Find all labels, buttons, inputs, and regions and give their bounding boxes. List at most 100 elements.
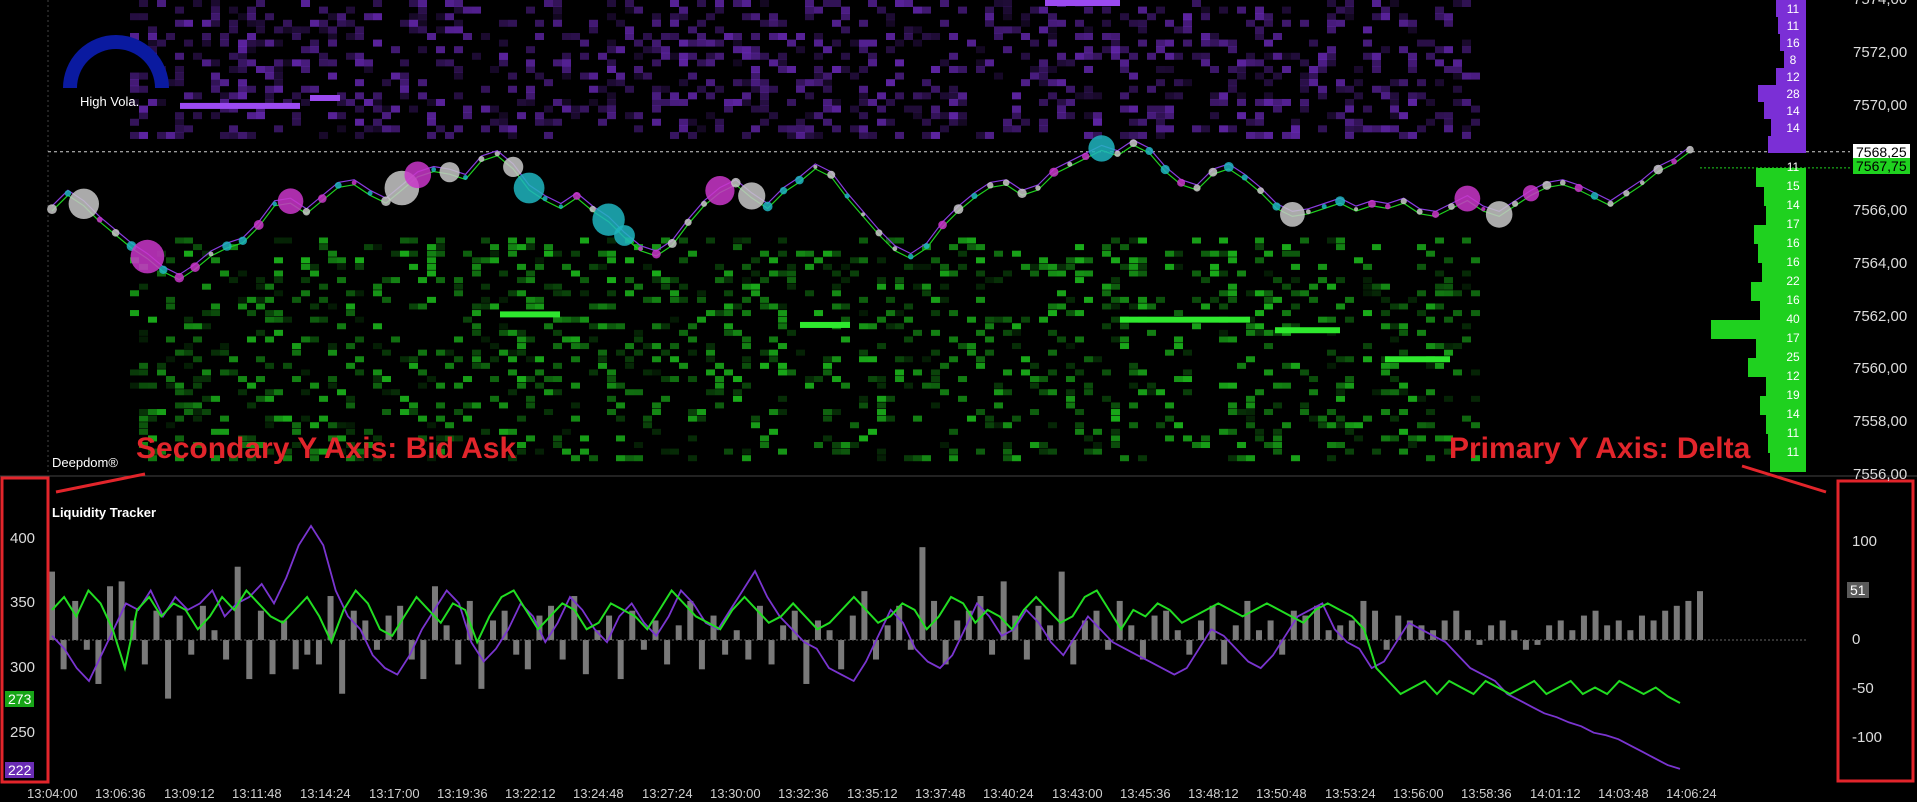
ask-liquidity-cell: [670, 98, 679, 106]
trade-bubble: [1129, 139, 1138, 148]
ask-liquidity-cell: [1183, 13, 1192, 21]
ask-liquidity-cell: [796, 46, 805, 54]
bid-liquidity-cell: [1075, 369, 1084, 376]
bid-liquidity-cell: [220, 270, 229, 277]
time-tick-label: 13:48:12: [1188, 786, 1239, 801]
delta-bar: [1697, 591, 1703, 640]
trade-bubble: [208, 251, 214, 257]
ask-liquidity-cell: [1030, 39, 1039, 47]
bid-liquidity-cell: [274, 310, 283, 317]
ask-liquidity-cell: [688, 52, 697, 60]
bid-liquidity-cell: [301, 336, 310, 343]
delta-bar: [83, 640, 90, 650]
bid-liquidity-cell: [346, 310, 355, 317]
bid-liquidity-cell: [1327, 422, 1336, 429]
ask-liquidity-cell: [1273, 72, 1282, 80]
bid-liquidity-cell: [193, 323, 202, 330]
ask-liquidity-cell: [1120, 13, 1129, 21]
bid-liquidity-cell: [724, 303, 733, 310]
bid-liquidity-cell: [589, 323, 598, 330]
ask-liquidity-cell: [1345, 98, 1354, 106]
ask-liquidity-cell: [1165, 125, 1174, 133]
ask-liquidity-cell: [319, 19, 328, 27]
delta-bar: [1221, 640, 1228, 665]
bid-liquidity-cell: [1129, 362, 1138, 369]
ask-liquidity-cell: [1102, 32, 1111, 40]
ask-liquidity-cell: [1291, 118, 1300, 126]
ask-liquidity-cell: [940, 112, 949, 120]
ask-liquidity-cell: [292, 112, 301, 120]
bid-liquidity-cell: [427, 257, 436, 264]
ask-liquidity-cell: [1048, 79, 1057, 87]
bid-liquidity-cell: [256, 277, 265, 284]
bid-liquidity-cell: [751, 415, 760, 422]
bid-liquidity-cell: [274, 270, 283, 277]
bid-liquidity-cell: [1471, 257, 1480, 264]
bid-liquidity-cell: [859, 237, 868, 244]
delta-bar: [896, 605, 903, 640]
ask-liquidity-cell: [832, 125, 841, 133]
ask-liquidity-cell: [958, 65, 967, 73]
ask-liquidity-cell: [1039, 98, 1048, 106]
bid-liquidity-cell: [931, 257, 940, 264]
time-tick-label: 13:09:12: [164, 786, 215, 801]
bid-liquidity-cell: [1021, 369, 1030, 376]
ask-liquidity-cell: [1381, 6, 1390, 14]
bid-liquidity-cell: [733, 329, 742, 336]
ask-liquidity-cell: [1435, 6, 1444, 14]
bid-liquidity-cell: [715, 263, 724, 270]
bid-liquidity-cell: [1300, 409, 1309, 416]
bid-liquidity-cell: [553, 283, 562, 290]
bid-liquidity-cell: [643, 263, 652, 270]
ask-liquidity-cell: [1426, 52, 1435, 60]
bid-liquidity-cell: [859, 296, 868, 303]
bid-liquidity-cell: [1318, 316, 1327, 323]
ask-liquidity-cell: [886, 118, 895, 126]
ask-liquidity-cell: [1237, 65, 1246, 73]
secondary-axis-annotation: Secondary Y Axis: Bid Ask: [136, 432, 517, 465]
bid-liquidity-cell: [1291, 303, 1300, 310]
ask-liquidity-cell: [859, 98, 868, 106]
bid-liquidity-cell: [1093, 442, 1102, 449]
ask-liquidity-cell: [1003, 26, 1012, 34]
ask-liquidity-cell: [949, 118, 958, 126]
bid-liquidity-cell: [715, 402, 724, 409]
bid-liquidity-cell: [166, 336, 175, 343]
ask-liquidity-cell: [364, 65, 373, 73]
ask-liquidity-cell: [310, 39, 319, 47]
bid-liquidity-cell: [1246, 455, 1255, 462]
bid-liquidity-cell: [499, 349, 508, 356]
ask-liquidity-cell: [1291, 131, 1300, 139]
chart-canvas[interactable]: [0, 0, 1917, 802]
ask-liquidity-cell: [1282, 6, 1291, 14]
bid-liquidity-cell: [1417, 435, 1426, 442]
delta-bar: [420, 640, 427, 680]
bid-liquidity-cell: [616, 323, 625, 330]
bid-liquidity-cell: [724, 310, 733, 317]
bid-liquidity-cell: [229, 356, 238, 363]
delta-bar: [1627, 630, 1634, 640]
bid-liquidity-cell: [1273, 382, 1282, 389]
ask-liquidity-cell: [562, 65, 571, 73]
bid-liquidity-cell: [1372, 290, 1381, 297]
ask-liquidity-cell: [1165, 92, 1174, 100]
bid-liquidity-cell: [769, 356, 778, 363]
bid-wall: [800, 321, 850, 328]
bid-liquidity-cell: [1363, 415, 1372, 422]
trade-bubble: [174, 272, 185, 283]
bid-liquidity-cell: [1084, 356, 1093, 363]
trade-bubble: [875, 229, 883, 237]
ask-liquidity-cell: [1327, 26, 1336, 34]
bid-liquidity-cell: [247, 336, 256, 343]
ask-liquidity-cell: [1255, 13, 1264, 21]
ask-liquidity-cell: [1354, 125, 1363, 133]
bid-liquidity-cell: [895, 310, 904, 317]
delta-bar: [780, 625, 787, 640]
ask-liquidity-cell: [526, 65, 535, 73]
bid-liquidity-cell: [661, 283, 670, 290]
bid-liquidity-cell: [1399, 323, 1408, 330]
bid-liquidity-cell: [1255, 237, 1264, 244]
ask-liquidity-cell: [670, 13, 679, 21]
delta-current-badge: 51: [1847, 582, 1869, 598]
ask-liquidity-cell: [427, 118, 436, 126]
